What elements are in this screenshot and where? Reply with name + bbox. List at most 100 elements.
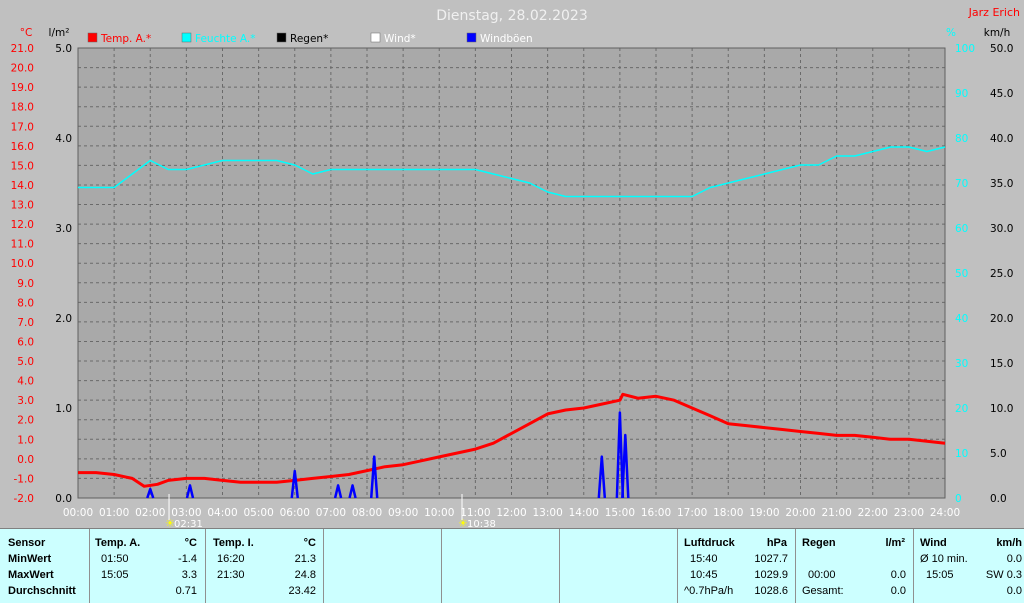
wind-tick-label: 5.0: [990, 448, 1007, 460]
min-label: MinWert: [8, 553, 52, 565]
wind-unit-label: km/h: [984, 27, 1011, 39]
sensor-column: Sensor MinWert MaxWert Durchschnitt: [0, 529, 90, 603]
rain-tick-label: 1.0: [55, 403, 72, 415]
legend-swatch: [466, 32, 477, 43]
x-tick-label: 15:00: [605, 507, 635, 519]
avg-label: Durchschnitt: [8, 585, 76, 597]
time-marker-label: 10:38: [467, 519, 496, 528]
humidity-tick-label: 70: [955, 178, 968, 190]
regen-max-value: 0.0: [890, 569, 906, 581]
legend-swatch: [370, 32, 381, 43]
temp-i-max-time: 21:30: [217, 569, 245, 581]
temp-a-max-time: 15:05: [101, 569, 129, 581]
temp-a-column: Temp. A. °C 01:50 -1.4 15:05 3.3 0.71: [90, 529, 206, 603]
humidity-tick-label: 100: [955, 43, 975, 55]
wind-tick-label: 0.0: [990, 493, 1007, 505]
empty-column-3: [560, 529, 678, 603]
x-tick-label: 24:00: [930, 507, 960, 519]
x-tick-label: 02:00: [135, 507, 165, 519]
temp-tick-label: 9.0: [17, 278, 34, 290]
wind-avg-value: 0.0: [1006, 585, 1022, 597]
wind-tick-label: 40.0: [990, 133, 1013, 145]
temp-i-header: Temp. I.: [213, 537, 254, 549]
empty-column-2: [442, 529, 560, 603]
x-tick-label: 12:00: [496, 507, 526, 519]
humidity-tick-label: 0: [955, 493, 962, 505]
x-tick-label: 10:00: [424, 507, 454, 519]
wind-max-value: SW 0.3: [985, 569, 1022, 581]
wind-tick-label: 25.0: [990, 268, 1013, 280]
sensor-header: Sensor: [8, 537, 46, 549]
humidity-tick-label: 60: [955, 223, 968, 235]
x-tick-label: 13:00: [532, 507, 562, 519]
temp-tick-label: 11.0: [11, 239, 34, 251]
regen-max-time: 00:00: [808, 569, 836, 581]
regen-total-value: 0.0: [890, 585, 906, 597]
wind-tick-label: 30.0: [990, 223, 1013, 235]
humidity-unit-label: %: [946, 27, 956, 39]
temp-tick-label: 13.0: [11, 200, 34, 212]
temp-i-min-time: 16:20: [217, 553, 245, 565]
rain-tick-label: 3.0: [55, 223, 72, 235]
time-marker-label: 02:31: [174, 519, 203, 528]
rain-tick-label: 4.0: [55, 133, 72, 145]
x-tick-label: 01:00: [99, 507, 129, 519]
wind-avg10-value: 0.0: [1006, 553, 1022, 565]
temp-tick-label: 18.0: [11, 102, 34, 114]
temp-i-avg-value: 23.42: [288, 585, 316, 597]
empty-column-1: [324, 529, 442, 603]
luftdruck-min-time: 15:40: [690, 553, 718, 565]
temp-a-min-value: -1.4: [178, 553, 197, 565]
luftdruck-header: Luftdruck: [684, 537, 735, 549]
temp-tick-label: 12.0: [11, 219, 34, 231]
temp-a-min-time: 01:50: [101, 553, 129, 565]
legend-label: Feuchte A.*: [195, 33, 256, 45]
temp-i-column: Temp. I. °C 16:20 21.3 21:30 24.8 23.42: [206, 529, 324, 603]
wind-column: Wind km/h Ø 10 min. 0.0 15:05 SW 0.3 0.0: [914, 529, 1024, 603]
luftdruck-column: Luftdruck hPa 15:40 1027.7 10:45 1029.9 ^0.…: [678, 529, 796, 603]
x-tick-label: 04:00: [207, 507, 237, 519]
temp-tick-label: -1.0: [14, 473, 35, 485]
x-tick-label: 21:00: [821, 507, 851, 519]
rain-tick-label: 5.0: [55, 43, 72, 55]
x-tick-label: 09:00: [388, 507, 418, 519]
wind-unit: km/h: [996, 537, 1022, 549]
temp-tick-label: 20.0: [11, 63, 34, 75]
x-tick-label: 17:00: [677, 507, 707, 519]
legend-label: Windböen: [480, 33, 533, 45]
humidity-tick-label: 80: [955, 133, 968, 145]
humidity-tick-label: 10: [955, 448, 968, 460]
x-tick-label: 22:00: [858, 507, 888, 519]
luftdruck-avg-value: 1028.6: [754, 585, 788, 597]
regen-total-label: Gesamt:: [802, 585, 844, 597]
luftdruck-max-value: 1029.9: [754, 569, 788, 581]
temp-tick-label: 16.0: [11, 141, 34, 153]
x-tick-label: 23:00: [894, 507, 924, 519]
temp-i-min-value: 21.3: [294, 553, 316, 565]
humidity-tick-label: 20: [955, 403, 968, 415]
temp-tick-label: 3.0: [17, 395, 34, 407]
luftdruck-trend: ^0.7hPa/h: [684, 585, 734, 597]
luftdruck-unit: hPa: [766, 537, 787, 549]
wind-tick-label: 50.0: [990, 43, 1013, 55]
temp-tick-label: 15.0: [11, 160, 34, 172]
x-tick-label: 00:00: [63, 507, 93, 519]
rain-tick-label: 2.0: [55, 313, 72, 325]
rain-tick-label: 0.0: [55, 493, 72, 505]
temp-tick-label: 1.0: [17, 434, 34, 446]
temp-tick-label: 8.0: [17, 297, 34, 309]
temp-tick-label: 21.0: [11, 43, 34, 55]
temp-a-max-value: 3.3: [181, 569, 197, 581]
temp-tick-label: 7.0: [17, 317, 34, 329]
wind-tick-label: 15.0: [990, 358, 1013, 370]
temp-tick-label: 0.0: [17, 454, 34, 466]
temp-tick-label: 17.0: [11, 121, 34, 133]
legend-label: Regen*: [290, 33, 328, 45]
legend-swatch: [87, 32, 98, 43]
humidity-tick-label: 30: [955, 358, 968, 370]
legend-swatch: [276, 32, 287, 43]
x-tick-label: 07:00: [316, 507, 346, 519]
max-label: MaxWert: [8, 569, 54, 581]
x-tick-label: 14:00: [569, 507, 599, 519]
legend-label: Wind*: [384, 33, 416, 45]
